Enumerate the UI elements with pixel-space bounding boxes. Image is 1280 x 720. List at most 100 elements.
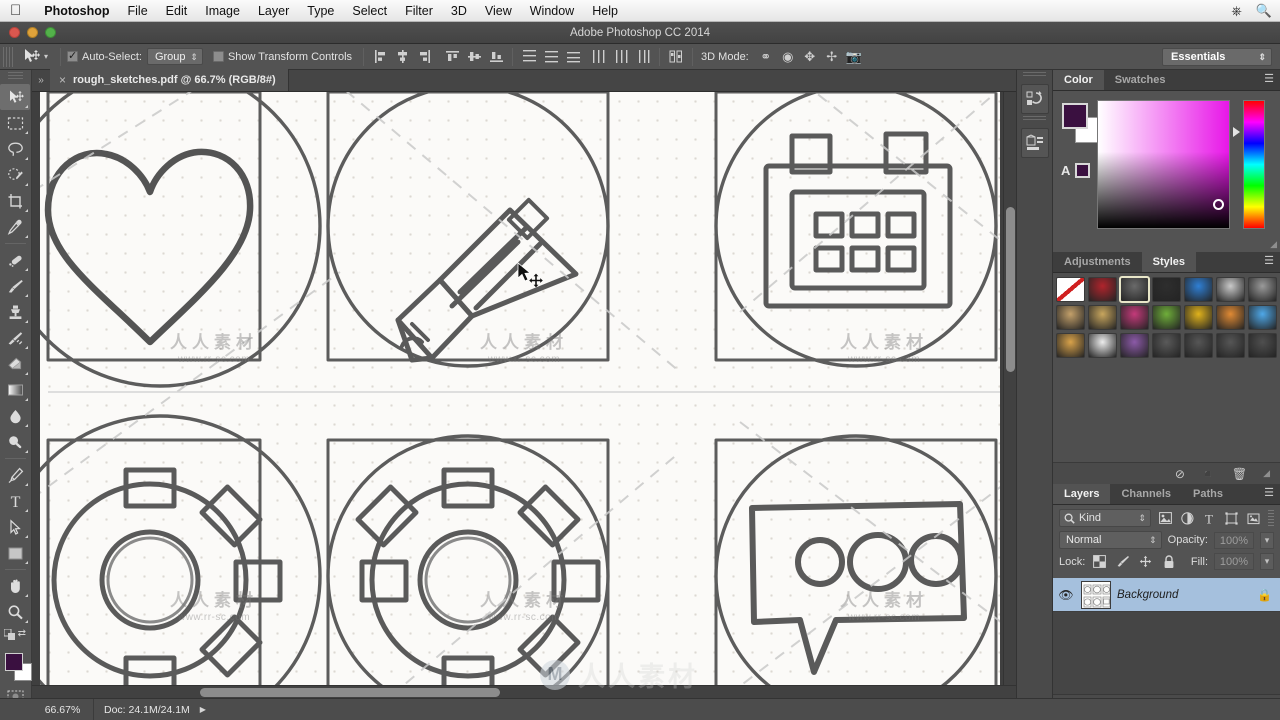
align-vertical-centers-icon[interactable]: [464, 47, 484, 67]
type-filter-icon[interactable]: T: [1201, 509, 1217, 527]
styles-panel-resize-grip[interactable]: ◢: [1263, 468, 1270, 479]
style-pink-stripes[interactable]: [1120, 305, 1149, 330]
menu-item-type[interactable]: Type: [298, 0, 343, 22]
layer-filter-kind-select[interactable]: Kind: [1059, 509, 1151, 527]
layer-visibility-icon[interactable]: 👁: [1057, 588, 1075, 602]
style-selected-outline[interactable]: [1119, 276, 1150, 303]
eyedropper-tool[interactable]: [0, 214, 30, 240]
menu-item-layer[interactable]: Layer: [249, 0, 298, 22]
spot-healing-brush-tool[interactable]: [0, 247, 30, 273]
auto-select-scope-select[interactable]: Group: [146, 48, 203, 65]
style-sky-blue[interactable]: [1248, 305, 1277, 330]
canvas-vertical-scrollbar[interactable]: [1003, 92, 1016, 698]
align-horizontal-centers-icon[interactable]: [392, 47, 412, 67]
options-bar-grip[interactable]: [3, 46, 13, 67]
hand-tool[interactable]: [0, 573, 30, 599]
style-empty-1[interactable]: [1184, 333, 1213, 358]
rotate-3d-icon[interactable]: ⚭: [755, 47, 777, 67]
new-style-icon[interactable]: ◾: [1201, 467, 1216, 481]
layer-row-background[interactable]: 👁 Background 🔒: [1053, 578, 1280, 612]
fill-value[interactable]: 100%: [1214, 553, 1254, 570]
style-red-glow[interactable]: [1088, 277, 1117, 302]
canvas-area[interactable]: 人人素材 www.rr-sc.com 人人素材 www.rr-sc.com 人人…: [32, 92, 1016, 698]
color-foreground-swatch[interactable]: [1062, 103, 1088, 129]
search-icon[interactable]: 🔍: [1256, 3, 1272, 19]
color-field[interactable]: [1097, 100, 1230, 229]
menu-item-image[interactable]: Image: [196, 0, 249, 22]
pen-tool[interactable]: [0, 462, 30, 488]
layer-thumbnail[interactable]: [1081, 580, 1111, 609]
style-underline[interactable]: [1152, 333, 1181, 358]
menu-item-select[interactable]: Select: [343, 0, 396, 22]
default-colors-icon[interactable]: [3, 628, 15, 642]
tab-channels[interactable]: Channels: [1110, 484, 1182, 504]
blur-tool[interactable]: [0, 403, 30, 429]
clear-style-icon[interactable]: ⊘: [1175, 467, 1185, 481]
pixel-filter-icon[interactable]: [1157, 509, 1173, 527]
lock-position-icon[interactable]: [1137, 553, 1154, 570]
style-empty-2[interactable]: [1216, 333, 1245, 358]
tool-preset-chevron-down-icon[interactable]: ▾: [44, 52, 48, 61]
style-orange-gel[interactable]: [1216, 305, 1245, 330]
type-tool[interactable]: T: [0, 488, 30, 514]
style-light-gray[interactable]: [1216, 277, 1245, 302]
menu-item-window[interactable]: Window: [521, 0, 583, 22]
align-right-edges-icon[interactable]: [414, 47, 434, 67]
distribute-left-edges-icon[interactable]: [589, 47, 609, 67]
style-purple-stripes[interactable]: [1120, 333, 1149, 358]
eraser-tool[interactable]: [0, 351, 30, 377]
gamut-alert-swatch[interactable]: [1075, 163, 1091, 178]
styles-swatch-grid[interactable]: [1053, 273, 1280, 362]
swap-colors-icon[interactable]: ⇄: [18, 628, 26, 639]
properties-panel-icon[interactable]: [1020, 128, 1049, 158]
menu-item-file[interactable]: File: [119, 0, 157, 22]
history-panel-icon[interactable]: [1020, 84, 1049, 114]
blend-mode-select[interactable]: Normal: [1059, 531, 1162, 549]
tab-adjustments[interactable]: Adjustments: [1053, 252, 1142, 272]
align-left-edges-icon[interactable]: [370, 47, 390, 67]
document-tab[interactable]: × rough_sketches.pdf @ 66.7% (RGB/8#): [50, 69, 289, 91]
auto-align-layers-icon[interactable]: [666, 47, 686, 67]
lock-all-icon[interactable]: [1160, 553, 1177, 570]
menu-item-3d[interactable]: 3D: [442, 0, 476, 22]
tab-color[interactable]: Color: [1053, 70, 1104, 90]
style-yellow-gel[interactable]: [1184, 305, 1213, 330]
distribute-bottom-edges-icon[interactable]: [563, 47, 583, 67]
auto-select-checkbox[interactable]: [67, 49, 79, 62]
roll-3d-icon[interactable]: ◉: [777, 47, 799, 67]
style-sunset[interactable]: [1056, 333, 1085, 358]
style-dark-metal[interactable]: [1152, 277, 1181, 302]
rectangle-tool[interactable]: [0, 540, 30, 566]
canvas-horizontal-scrollbar[interactable]: [32, 685, 1016, 698]
clone-stamp-tool[interactable]: [0, 299, 30, 325]
layer-locked-icon[interactable]: 🔒: [1257, 588, 1272, 602]
layer-name[interactable]: Background: [1117, 589, 1251, 601]
style-chrome[interactable]: [1248, 277, 1277, 302]
crop-tool[interactable]: [0, 188, 30, 214]
horizontal-scroll-thumb[interactable]: [200, 688, 500, 697]
tab-swatches[interactable]: Swatches: [1104, 70, 1177, 90]
move-tool[interactable]: [0, 84, 30, 110]
tab-layers[interactable]: Layers: [1053, 484, 1111, 504]
tools-panel-grip[interactable]: [8, 72, 23, 81]
lock-transparent-icon[interactable]: [1091, 553, 1108, 570]
vertical-scroll-thumb[interactable]: [1006, 207, 1015, 372]
lasso-tool[interactable]: [0, 136, 30, 162]
show-transform-controls-checkbox[interactable]: [212, 51, 224, 62]
style-tan[interactable]: [1056, 305, 1085, 330]
menu-item-photoshop[interactable]: Photoshop: [35, 0, 118, 22]
distribute-top-edges-icon[interactable]: [519, 47, 539, 67]
hue-slider[interactable]: [1243, 100, 1265, 229]
camera-3d-icon[interactable]: 📷: [843, 47, 865, 67]
lock-image-icon[interactable]: [1114, 553, 1131, 570]
styles-panel-menu-icon[interactable]: ☰: [1264, 256, 1274, 267]
zoom-tool[interactable]: [0, 599, 30, 625]
style-blue-gel[interactable]: [1184, 277, 1213, 302]
display-icon[interactable]: ⎈: [1231, 3, 1241, 19]
document-canvas[interactable]: 人人素材 www.rr-sc.com 人人素材 www.rr-sc.com 人人…: [40, 92, 1000, 698]
style-empty-3[interactable]: [1248, 333, 1277, 358]
quick-selection-tool[interactable]: [0, 162, 30, 188]
distribute-right-edges-icon[interactable]: [633, 47, 653, 67]
color-field-picker[interactable]: [1213, 199, 1224, 210]
shape-filter-icon[interactable]: [1223, 509, 1239, 527]
